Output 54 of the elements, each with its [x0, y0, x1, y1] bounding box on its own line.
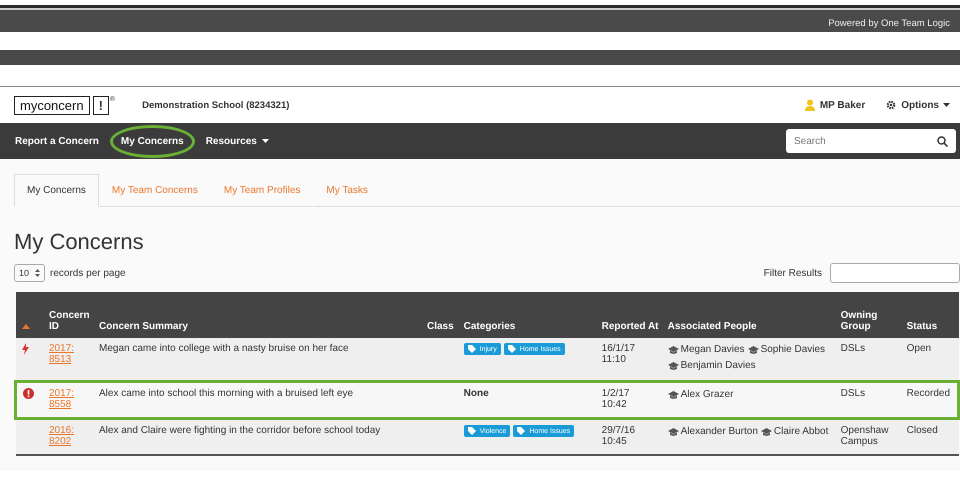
associated-person[interactable]: Alexander Burton — [668, 425, 758, 439]
updown-icon — [35, 269, 40, 277]
reported-at: 29/7/16 10:45 — [602, 425, 636, 447]
user-name[interactable]: MP Baker — [820, 100, 866, 110]
tag-icon — [517, 427, 526, 435]
school-name: Demonstration School (8234321) — [142, 100, 290, 110]
search-icon — [937, 136, 948, 147]
associated-person[interactable]: Claire Abbot — [760, 425, 828, 439]
page-title: My Concerns — [14, 229, 145, 255]
filter-field[interactable] — [830, 263, 960, 283]
tag-icon — [468, 345, 476, 353]
user-icon — [804, 99, 815, 111]
tab[interactable]: My Concerns — [14, 174, 99, 207]
graduation-cap-icon — [668, 362, 679, 370]
powered-by-text: Powered by One Team Logic — [828, 18, 950, 29]
tag-icon — [468, 427, 476, 435]
graduation-cap-icon — [748, 346, 759, 354]
no-categories-text: None — [464, 388, 489, 399]
column-header[interactable]: Class — [427, 321, 456, 332]
graduation-cap-icon — [668, 391, 679, 399]
graduation-cap-icon — [668, 428, 679, 436]
nav-item[interactable]: Resources — [196, 126, 278, 156]
filter-label: Filter Results — [764, 268, 822, 278]
status-text: Open — [906, 343, 932, 354]
logo-text: myconcern — [14, 96, 90, 114]
owning-group: DSLs — [840, 343, 866, 354]
status-text: Recorded — [906, 388, 950, 399]
associated-person[interactable]: Megan Davies — [668, 343, 745, 357]
options-menu[interactable]: Options — [901, 100, 950, 110]
status-text: Closed — [906, 425, 938, 436]
settings-icon — [886, 100, 896, 110]
caret-icon — [262, 139, 269, 143]
nav-item[interactable]: Report a Concern — [6, 126, 108, 156]
caret-icon — [943, 103, 950, 107]
logo-mark: ! — [92, 96, 109, 114]
concern-summary: Alex came into school this morning with a bruised left eye — [99, 388, 354, 399]
sort-icon[interactable] — [22, 324, 30, 329]
associated-person[interactable]: Sophie Davies — [748, 343, 826, 357]
owning-group: Openshaw Campus — [840, 425, 888, 447]
tag-icon — [508, 345, 516, 353]
graduation-cap-icon — [668, 346, 679, 354]
associated-person[interactable]: Alex Grazer — [668, 388, 734, 402]
search-field[interactable]: Search — [786, 129, 956, 153]
concern-summary: Megan came into college with a nasty bruise on her face — [99, 343, 349, 354]
records-label: records per page — [50, 268, 126, 278]
reported-at: 16/1/17 11:10 — [602, 343, 636, 365]
alert-icon — [23, 388, 34, 399]
owning-group: DSLs — [840, 388, 866, 399]
concern-summary: Alex and Claire were fighting in the corridor before school today — [99, 425, 380, 436]
records-select[interactable]: 10 — [14, 264, 46, 282]
associated-person[interactable]: Benjamin Davies — [668, 359, 756, 373]
lightning-icon — [22, 343, 28, 355]
reported-at: 1/2/17 10:42 — [602, 388, 630, 410]
graduation-cap-icon — [760, 428, 772, 436]
